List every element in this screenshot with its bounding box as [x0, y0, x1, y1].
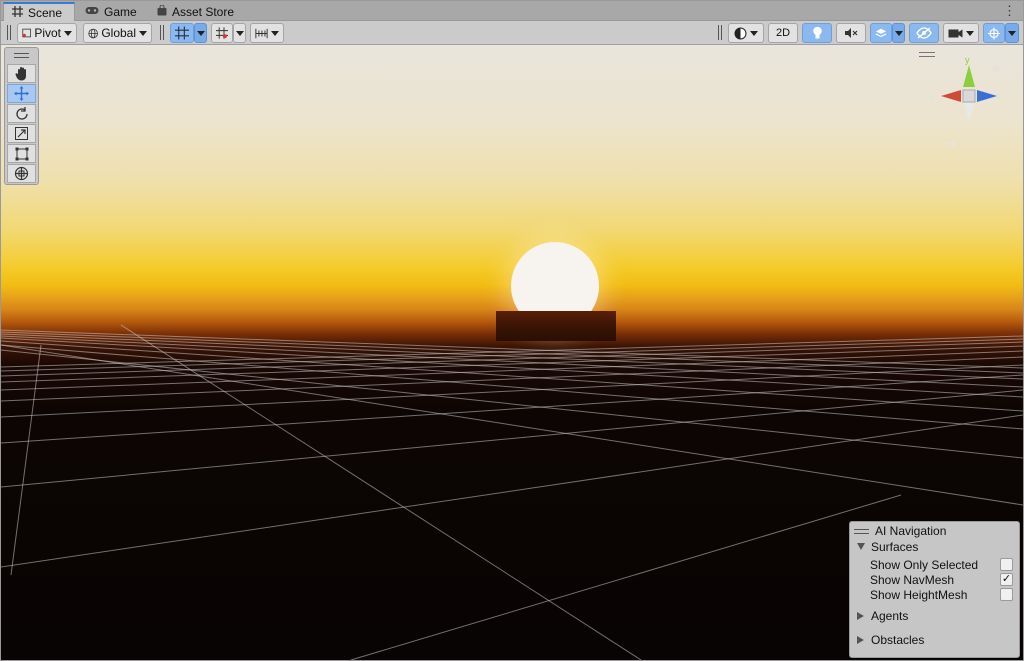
increment-snap-icon [216, 27, 228, 39]
show-navmesh-label: Show NavMesh [870, 572, 955, 587]
tab-label: Scene [28, 6, 63, 20]
obstacles-foldout[interactable]: Obstacles [857, 632, 924, 647]
surfaces-label: Surfaces [871, 539, 919, 554]
scene-visibility-toggle-button[interactable] [909, 23, 939, 43]
effects-dropdown[interactable] [892, 23, 905, 43]
show-navmesh-checkbox[interactable]: ✓ [1000, 573, 1013, 586]
toolbar-grip-icon[interactable] [7, 25, 11, 40]
increment-snap-button[interactable] [211, 23, 233, 43]
audio-mute-icon [845, 28, 858, 38]
scale-icon [15, 127, 28, 140]
pivot-icon [22, 28, 31, 38]
toolbar-grip-icon[interactable] [718, 25, 722, 40]
grid-snap-icon [175, 26, 189, 40]
hand-icon [14, 67, 26, 81]
toolbar-grip-icon[interactable] [160, 25, 164, 40]
more-options-icon[interactable]: ⋮ [1003, 3, 1016, 19]
audio-toggle-button[interactable] [836, 23, 866, 43]
lighting-toggle-button[interactable] [802, 23, 832, 43]
show-only-selected-checkbox[interactable] [1000, 558, 1013, 571]
tools-palette [4, 47, 39, 185]
draw-mode-dropdown[interactable] [728, 23, 764, 43]
collapse-arrow-icon [857, 635, 864, 644]
tab-bar: Scene Game Asset Store ⋮ [1, 1, 1023, 22]
axis-y-label: y [965, 55, 970, 65]
gamepad-icon [85, 6, 99, 18]
move-tool-button[interactable] [7, 84, 36, 103]
rotate-tool-button[interactable] [7, 104, 36, 123]
grid-snap-button[interactable] [170, 23, 194, 43]
global-label: Global [101, 26, 136, 40]
show-navmesh-row: Show NavMesh [870, 572, 1015, 587]
ai-navigation-header[interactable]: AI Navigation [854, 523, 946, 539]
show-heightmesh-row: Show HeightMesh [870, 587, 1015, 602]
rotate-icon [15, 106, 28, 120]
tab-asset-store[interactable]: Asset Store [149, 2, 242, 21]
ai-navigation-title: AI Navigation [875, 524, 947, 538]
move-arrows-icon [14, 86, 29, 101]
transform-all-icon [14, 166, 29, 181]
rect-tool-button[interactable] [7, 144, 36, 163]
rect-transform-icon [15, 147, 28, 160]
grid-visibility-dropdown[interactable] [250, 23, 284, 43]
grid-icon [12, 6, 23, 20]
2d-label: 2D [775, 27, 791, 39]
grid-visibility-icon [255, 28, 268, 38]
effects-layers-icon [875, 28, 887, 37]
tab-scene[interactable]: Scene [3, 2, 75, 22]
agents-foldout[interactable]: Agents [857, 608, 908, 623]
chevron-down-icon [271, 30, 279, 36]
chevron-down-icon [1008, 30, 1016, 36]
camera-icon [948, 29, 963, 37]
shopping-bag-icon [157, 4, 167, 19]
perspective-indicator-icon[interactable] [945, 139, 993, 149]
scene-toolbar: Pivot Global 2D [1, 21, 1023, 45]
collapse-arrow-icon [857, 611, 864, 620]
axis-x-label: x [930, 91, 935, 101]
ai-navigation-overlay: AI Navigation Surfaces Show Only Selecte… [849, 521, 1020, 658]
axis-z-label: z [998, 91, 1003, 101]
gizmos-icon [988, 27, 1000, 39]
overlay-grip-icon[interactable] [854, 528, 869, 534]
globe-icon [88, 28, 98, 38]
chevron-down-icon [894, 30, 903, 36]
grid-snap-dropdown[interactable] [194, 23, 207, 43]
gizmos-toggle-button[interactable] [983, 23, 1005, 43]
orientation-gizmo[interactable]: y x z [919, 49, 1015, 159]
agents-label: Agents [871, 608, 909, 623]
scale-tool-button[interactable] [7, 124, 36, 143]
increment-snap-dropdown[interactable] [233, 23, 246, 43]
expand-arrow-icon [857, 543, 865, 550]
shading-mode-icon [734, 27, 747, 39]
show-only-selected-label: Show Only Selected [870, 557, 979, 572]
transform-tool-button[interactable] [7, 164, 36, 183]
chevron-down-icon [64, 30, 72, 36]
scene-window: Scene Game Asset Store ⋮ Pivot Global 2D… [0, 0, 1024, 661]
tab-label: Game [104, 4, 137, 19]
global-dropdown[interactable]: Global [83, 23, 152, 43]
obstacles-label: Obstacles [871, 632, 925, 647]
tab-label: Asset Store [172, 4, 235, 19]
chevron-down-icon [750, 30, 758, 36]
chevron-down-icon [196, 30, 205, 36]
chevron-down-icon [235, 30, 244, 36]
show-heightmesh-label: Show HeightMesh [870, 587, 968, 602]
view-tool-button[interactable] [7, 64, 36, 83]
show-heightmesh-checkbox[interactable] [1000, 588, 1013, 601]
effects-toggle-button[interactable] [870, 23, 892, 43]
hidden-eye-icon [916, 27, 932, 39]
palette-grip-icon[interactable] [14, 53, 29, 58]
2d-toggle-button[interactable]: 2D [768, 23, 798, 43]
camera-dropdown[interactable] [943, 23, 979, 43]
show-only-selected-row: Show Only Selected [870, 557, 1015, 572]
surfaces-foldout[interactable]: Surfaces [857, 539, 918, 554]
checkmark-icon: ✓ [1001, 573, 1012, 585]
chevron-down-icon [966, 30, 974, 36]
light-bulb-icon [812, 26, 822, 39]
chevron-down-icon [139, 30, 147, 36]
gizmos-dropdown[interactable] [1005, 23, 1019, 43]
tab-game[interactable]: Game [77, 2, 145, 21]
pivot-dropdown[interactable]: Pivot [17, 23, 77, 43]
pivot-label: Pivot [34, 26, 61, 40]
